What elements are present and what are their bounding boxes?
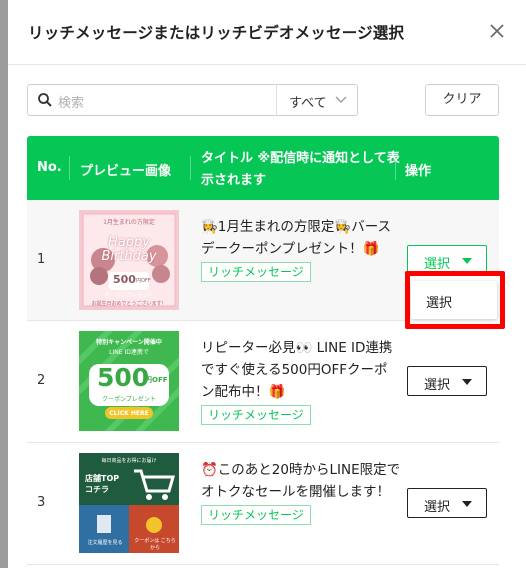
caret-down-icon [462, 501, 472, 507]
thumb-shop-sub: コチラ [85, 485, 109, 494]
thumb-top-text: 特別キャンペーン開催中 [96, 339, 162, 346]
preview-thumbnail: 1月生まれの方限定 Happy Birthday 500 円OFF クーポンプレ… [79, 210, 179, 310]
column-header-preview: プレビュー画像 [80, 164, 172, 179]
row-number: 2 [37, 373, 46, 388]
row-number: 1 [37, 252, 46, 267]
dropdown-item-label: 選択 [426, 296, 453, 311]
column-header-no: No. [37, 160, 62, 175]
preview-thumbnail: 特別キャンペーン開催中 LINE ID連携で 500 円OFF クーポンプレゼン… [79, 331, 179, 431]
search-input[interactable]: 検索 [27, 84, 278, 116]
header-divider [69, 156, 70, 180]
dialog-title: リッチメッセージまたはリッチビデオメッセージ選択 [28, 24, 405, 42]
thumb-amount: 500 [97, 363, 150, 392]
search-toolbar: 検索 すべて クリア [27, 84, 499, 116]
thumb-coupon: クーポンプレゼント [104, 293, 154, 299]
caret-down-icon [462, 379, 472, 385]
table-row: 2 特別キャンペーン開催中 LINE ID連携で 500 円OFF クーポンプレ… [27, 321, 499, 443]
preview-thumbnail: 毎日商品をお得にお届け 店舗TOP コチラ 注文履歴を見る クーポンは こちらか… [79, 453, 179, 553]
thumb-shop-label: 店舗TOP [85, 474, 120, 483]
thumb-sub-text: LINE ID連携で [109, 349, 149, 356]
row-title: リピーター必見👀 LINE ID連携ですぐ使える500円OFFクーポン配布中！🎁 [201, 340, 393, 400]
row-number: 3 [37, 495, 46, 510]
select-button-label: 選択 [424, 257, 451, 272]
caret-down-icon [462, 258, 472, 264]
type-badge: リッチメッセージ [201, 505, 311, 525]
clear-button[interactable]: クリア [425, 84, 499, 116]
thumb-top-text: 1月生まれの方限定 [103, 219, 155, 226]
select-button-label: 選択 [424, 500, 451, 515]
column-header-action: 操作 [405, 164, 432, 179]
column-header-title: タイトル ※配信時に通知として表示されます [201, 151, 400, 188]
select-message-dialog: リッチメッセージまたはリッチビデオメッセージ選択 検索 すべて クリア No. … [8, 0, 526, 568]
type-badge: リッチメッセージ [201, 405, 311, 425]
thumb-coupon: クーポンプレゼント [102, 396, 156, 403]
dropdown-item-select[interactable]: 選択 [411, 281, 497, 319]
thumb-coupon-label: クーポンは こちらから [134, 538, 176, 551]
header-divider [190, 156, 191, 180]
table-header: No. プレビュー画像 タイトル ※配信時に通知として表示されます 操作 [27, 136, 499, 200]
filter-select[interactable]: すべて [276, 84, 358, 116]
select-button[interactable]: 選択 [407, 488, 487, 518]
thumb-unit: 円OFF [145, 376, 168, 384]
type-badge: リッチメッセージ [201, 262, 311, 282]
search-icon [38, 93, 52, 107]
thumb-cta: CLICK HERE [109, 410, 149, 417]
thumb-history-label: 注文履歴を見る [87, 540, 123, 546]
row-title-cell: ⏰このあと20時からLINE限定でオトクなセールを開催します！ リッチメッセージ [201, 459, 401, 526]
thumb-script: Happy Birthday [101, 235, 157, 264]
close-icon[interactable] [488, 22, 506, 40]
table-row: 3 毎日商品をお得にお届け 店舗TOP コチラ 注文履歴を見る クーポンは こち… [27, 443, 499, 565]
select-button-label: 選択 [424, 378, 451, 393]
row-title-cell: リピーター必見👀 LINE ID連携ですぐ使える500円OFFクーポン配布中！🎁… [201, 337, 401, 426]
row-title: 👩‍🍳1月生まれの方限定👩‍🍳バースデークーポンプレゼント！🎁 [201, 219, 392, 257]
row-title-cell: 👩‍🍳1月生まれの方限定👩‍🍳バースデークーポンプレゼント！🎁 リッチメッセージ [201, 216, 401, 283]
thumb-footer: お誕生日おめでとうございます！ [91, 301, 167, 307]
filter-value: すべて [289, 96, 327, 111]
search-placeholder: 検索 [58, 96, 85, 111]
header-divider [395, 156, 396, 180]
message-table: No. プレビュー画像 タイトル ※配信時に通知として表示されます 操作 1 1… [27, 136, 499, 565]
dialog-header: リッチメッセージまたはリッチビデオメッセージ選択 [8, 0, 526, 65]
thumb-top-text: 毎日商品をお得にお届け [101, 458, 157, 464]
chevron-down-icon [335, 96, 347, 103]
select-button[interactable]: 選択 [407, 366, 487, 396]
thumb-amount: 500 [113, 273, 136, 286]
thumb-unit: 円OFF [136, 278, 151, 284]
row-title: ⏰このあと20時からLINE限定でオトクなセールを開催します！ [201, 462, 401, 500]
